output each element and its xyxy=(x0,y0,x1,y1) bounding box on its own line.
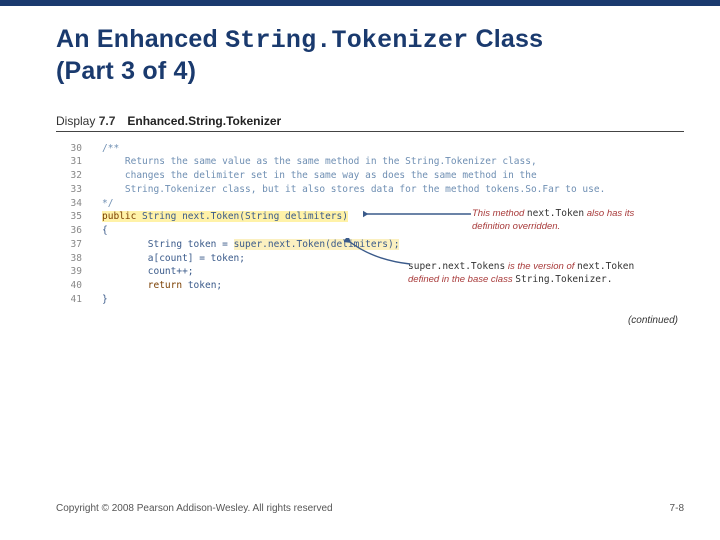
annotation-text: is the version of xyxy=(505,261,577,272)
arrow-icon xyxy=(344,238,414,268)
line-number: 33 xyxy=(56,183,82,197)
code-line: changes the delimiter set in the same wa… xyxy=(102,169,684,183)
code-line: } xyxy=(102,293,684,307)
line-number: 37 xyxy=(56,238,82,252)
line-number: 39 xyxy=(56,265,82,279)
display-label-text: Display xyxy=(56,114,95,128)
page-number: 7-8 xyxy=(670,503,684,514)
line-number: 30 xyxy=(56,142,82,156)
annotation-code: next.Token xyxy=(577,261,634,272)
annotation-code: String.Tokenizer. xyxy=(515,274,612,285)
arrow-icon xyxy=(363,207,475,221)
continued-label: (continued) xyxy=(56,315,684,326)
title-mono: String.Tokenizer xyxy=(225,26,468,55)
code-line: /** xyxy=(102,142,684,156)
annotation-code: next.Token xyxy=(527,208,584,219)
slide-footer: Copyright © 2008 Pearson Addison-Wesley.… xyxy=(56,503,684,514)
display-number: 7.7 xyxy=(99,114,116,128)
display-title: Enhanced.String.Tokenizer xyxy=(127,114,281,128)
display-header: Display 7.7 Enhanced.String.Tokenizer xyxy=(56,114,684,132)
line-number: 40 xyxy=(56,279,82,293)
title-post: Class xyxy=(468,25,543,53)
title-pre: An Enhanced xyxy=(56,25,225,53)
copyright: Copyright © 2008 Pearson Addison-Wesley.… xyxy=(56,503,333,514)
annotation-code: super.next.Tokens xyxy=(408,261,505,272)
slide-title: An Enhanced String.Tokenizer Class (Part… xyxy=(56,24,684,88)
line-number: 38 xyxy=(56,252,82,266)
line-number: 34 xyxy=(56,197,82,211)
annotation-text: This method xyxy=(472,208,527,219)
annotation-override: This method next.Token also has its defi… xyxy=(472,208,662,234)
annotation-super: super.next.Tokens is the version of next… xyxy=(408,261,638,287)
line-number: 31 xyxy=(56,155,82,169)
code-line: Returns the same value as the same metho… xyxy=(102,155,684,169)
annotation-text: defined in the base class xyxy=(408,274,515,285)
line-number: 35 xyxy=(56,210,82,224)
line-number: 32 xyxy=(56,169,82,183)
line-number: 41 xyxy=(56,293,82,307)
line-number: 36 xyxy=(56,224,82,238)
slide: An Enhanced String.Tokenizer Class (Part… xyxy=(0,0,720,540)
display-label: Display 7.7 xyxy=(56,114,115,128)
code-line: String.Tokenizer class, but it also stor… xyxy=(102,183,684,197)
title-line2: (Part 3 of 4) xyxy=(56,57,196,85)
